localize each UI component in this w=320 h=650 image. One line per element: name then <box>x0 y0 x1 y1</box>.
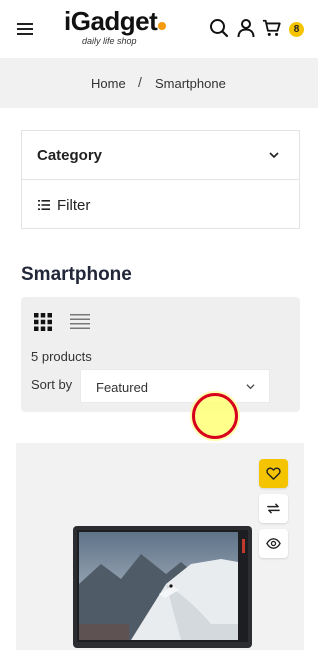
breadcrumb-home-link[interactable]: Home <box>91 76 126 91</box>
breadcrumb-current: Smartphone <box>155 76 226 91</box>
filter-label: Filter <box>57 197 91 214</box>
logo-text: iGadget <box>64 6 158 36</box>
quick-view-button[interactable] <box>259 529 288 558</box>
product-card[interactable] <box>16 443 304 650</box>
cart-count-badge: 8 <box>289 22 304 37</box>
grid-view-icon[interactable] <box>34 313 52 331</box>
filter-button[interactable]: Filter <box>22 181 299 230</box>
search-icon[interactable] <box>209 18 229 38</box>
compare-arrows-icon <box>267 503 280 514</box>
list-filter-icon <box>38 200 50 210</box>
cart-icon[interactable] <box>262 18 282 38</box>
compare-button[interactable] <box>259 494 288 523</box>
sort-select[interactable]: Featured <box>80 369 270 403</box>
site-logo[interactable]: iGadget daily life shop <box>64 6 184 50</box>
filter-panel: Category Filter <box>21 130 300 229</box>
product-image-laptop[interactable] <box>71 524 254 650</box>
category-dropdown[interactable]: Category <box>22 131 299 180</box>
page-title: Smartphone <box>21 264 132 285</box>
sort-selected-value: Featured <box>96 380 149 395</box>
breadcrumb: Home / Smartphone <box>0 58 318 108</box>
breadcrumb-separator: / <box>138 74 142 90</box>
logo-dot <box>158 22 167 30</box>
product-toolbar: 5 products Sort by Featured <box>21 297 300 412</box>
menu-icon[interactable] <box>17 23 33 35</box>
chevron-down-icon <box>246 384 255 390</box>
list-view-icon[interactable] <box>70 314 90 330</box>
click-indicator <box>192 393 238 439</box>
site-header: iGadget daily life shop 8 <box>0 0 318 58</box>
product-count: 5 products <box>31 349 92 364</box>
sort-by-label: Sort by <box>31 377 73 392</box>
heart-icon <box>266 467 281 480</box>
logo-tagline: daily life shop <box>82 36 137 46</box>
eye-icon <box>266 538 281 549</box>
category-label: Category <box>37 147 103 164</box>
chevron-down-icon <box>269 152 279 159</box>
user-icon[interactable] <box>236 18 256 38</box>
wishlist-button[interactable] <box>259 459 288 488</box>
